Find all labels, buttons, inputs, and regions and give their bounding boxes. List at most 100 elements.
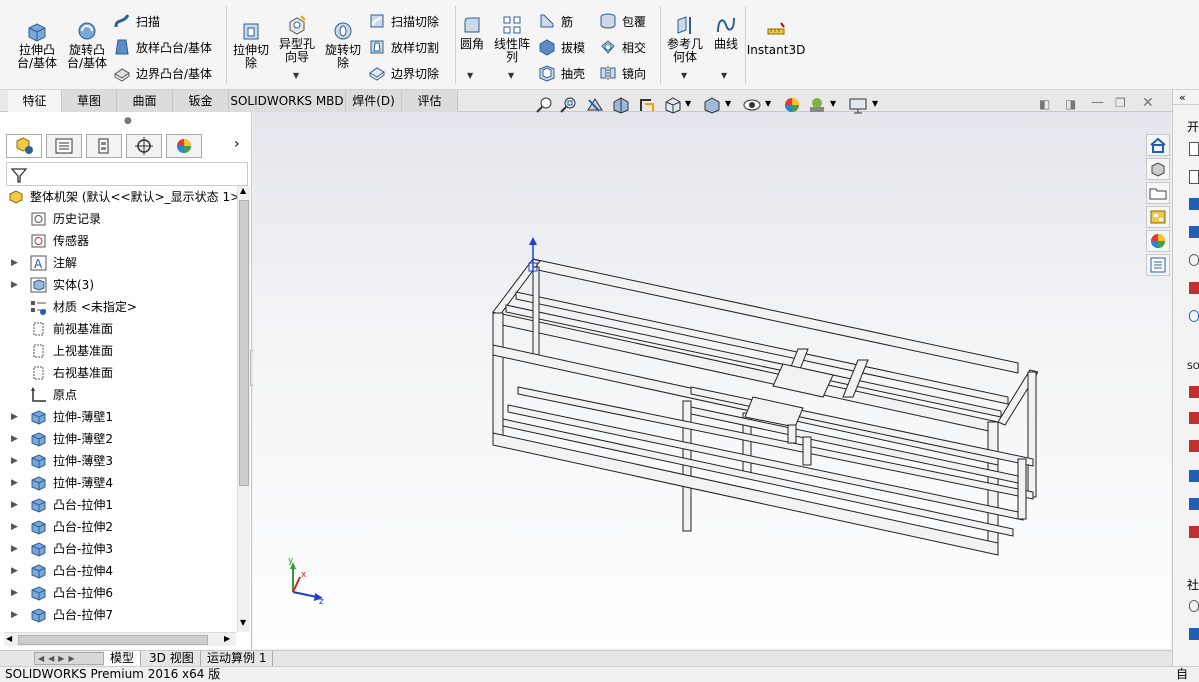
tree-item[interactable]: ▶ 凸台-拉伸3 xyxy=(0,538,236,560)
tab-scroll-arrows-icon[interactable]: ◀◀▶▶ xyxy=(34,652,104,665)
sw-resource-icon-5[interactable] xyxy=(1189,498,1199,510)
tab-evaluate[interactable]: 评估 xyxy=(402,90,458,112)
tree-item[interactable]: ▶ 凸台-拉伸4 xyxy=(0,560,236,582)
view-orientation-dropdown-icon[interactable]: ▼ xyxy=(685,99,691,108)
tree-root-part[interactable]: 整体机架 (默认<<默认>_显示状态 1> xyxy=(0,186,240,208)
tree-item[interactable]: ▶ 拉伸-薄壁2 xyxy=(0,428,236,450)
tab-sheet-metal[interactable]: 钣金 xyxy=(173,90,229,112)
extrude-boss-button[interactable]: 拉伸凸 台/基体 xyxy=(14,20,60,70)
tab-model[interactable]: 模型 xyxy=(104,651,142,666)
expand-arrow-icon[interactable]: ▶ xyxy=(11,428,18,450)
revolve-boss-button[interactable]: 旋转凸 台/基体 xyxy=(64,20,110,70)
sw-resource-icon-4[interactable] xyxy=(1189,470,1199,482)
scroll-up-icon[interactable]: ▲ xyxy=(240,186,246,195)
wrap-button[interactable]: 包覆 xyxy=(599,10,646,32)
appearances-icon[interactable] xyxy=(1146,230,1170,252)
collapse-task-pane-icon[interactable]: « xyxy=(1179,91,1186,104)
loft-boss-button[interactable]: 放样凸台/基体 xyxy=(113,36,212,58)
view-settings-dropdown-icon[interactable]: ▼ xyxy=(872,99,878,108)
tab-motion-study[interactable]: 运动算例 1 xyxy=(201,651,274,666)
tree-item[interactable]: ▶ A 注解 xyxy=(0,252,236,274)
configuration-manager-tab[interactable] xyxy=(86,134,122,158)
sw-resource-icon-6[interactable] xyxy=(1189,526,1199,538)
scroll-left-icon[interactable]: ◀ xyxy=(6,634,12,643)
tile-right-icon[interactable]: ◨ xyxy=(1065,97,1076,111)
tree-item[interactable]: 历史记录 xyxy=(0,208,236,230)
sw-resource-icon-3[interactable] xyxy=(1189,440,1199,452)
scroll-down-icon[interactable]: ▼ xyxy=(240,618,246,627)
expand-arrow-icon[interactable]: ▶ xyxy=(11,450,18,472)
file-explorer-icon[interactable] xyxy=(1146,182,1170,204)
tab-weldments[interactable]: 焊件(D) xyxy=(346,90,402,112)
zoom-to-fit-icon[interactable] xyxy=(535,96,555,114)
close-icon[interactable]: ✕ xyxy=(1142,95,1154,111)
tab-mbd[interactable]: SOLIDWORKS MBD xyxy=(229,90,346,112)
boundary-cut-button[interactable]: 边界切除 xyxy=(368,62,439,84)
expand-arrow-icon[interactable]: ▶ xyxy=(11,560,18,582)
zoom-to-area-icon[interactable] xyxy=(559,96,579,114)
tree-item[interactable]: 原点 xyxy=(0,384,236,406)
panel-tabs-more-icon[interactable]: › xyxy=(234,136,240,152)
lofted-cut-button[interactable]: 放样切割 xyxy=(368,36,439,58)
expand-arrow-icon[interactable]: ▶ xyxy=(11,538,18,560)
new-document-icon[interactable] xyxy=(1189,142,1199,156)
linear-pattern-button[interactable]: 线性阵 列 xyxy=(490,14,534,64)
fillet-button[interactable]: 圆角 xyxy=(456,14,488,51)
draft-button[interactable]: 拔模 xyxy=(538,36,585,58)
panel-grip-icon[interactable]: ● xyxy=(124,116,132,126)
tree-item[interactable]: ▶ 实体(3) xyxy=(0,274,236,296)
expand-arrow-icon[interactable]: ▶ xyxy=(11,252,18,274)
tab-3d-view[interactable]: 3D 视图 xyxy=(143,651,201,666)
display-manager-tab[interactable] xyxy=(166,134,202,158)
sweep-button[interactable]: 扫描 xyxy=(113,10,160,32)
help-icon[interactable] xyxy=(1189,254,1199,266)
shell-button[interactable]: 抽壳 xyxy=(538,62,585,84)
tree-item[interactable]: ▶ 拉伸-薄壁1 xyxy=(0,406,236,428)
hole-wizard-dropdown-icon[interactable]: ▼ xyxy=(293,71,299,80)
expand-arrow-icon[interactable]: ▶ xyxy=(11,472,18,494)
display-style-dropdown-icon[interactable]: ▼ xyxy=(725,99,731,108)
rss-icon[interactable] xyxy=(1189,282,1199,294)
tree-item[interactable]: ▶ 凸台-拉伸2 xyxy=(0,516,236,538)
tab-surfaces[interactable]: 曲面 xyxy=(117,90,173,112)
tree-horizontal-scrollbar[interactable]: ◀ ▶ xyxy=(4,632,236,646)
open-document-icon[interactable] xyxy=(1189,170,1199,184)
community-icon-2[interactable] xyxy=(1189,628,1199,640)
swept-cut-button[interactable]: 扫描切除 xyxy=(368,10,439,32)
view-orientation-icon[interactable] xyxy=(663,96,683,114)
fillet-dropdown-icon[interactable]: ▼ xyxy=(467,71,473,80)
view-settings-icon[interactable] xyxy=(848,96,868,114)
display-style-icon[interactable] xyxy=(702,96,722,114)
tree-filter-box[interactable] xyxy=(6,162,248,186)
reference-geometry-button[interactable]: 参考几 何体 xyxy=(662,14,708,64)
tree-item[interactable]: 上视基准面 xyxy=(0,340,236,362)
restore-icon[interactable]: ❐ xyxy=(1115,96,1126,110)
tutorial-icon[interactable] xyxy=(1189,198,1199,210)
tree-item[interactable]: ▶ 拉伸-薄壁4 xyxy=(0,472,236,494)
property-manager-tab[interactable] xyxy=(46,134,82,158)
section-view-icon[interactable] xyxy=(611,96,631,114)
boundary-boss-button[interactable]: 边界凸台/基体 xyxy=(113,62,212,84)
expand-arrow-icon[interactable]: ▶ xyxy=(11,494,18,516)
edit-appearance-icon[interactable] xyxy=(782,96,802,114)
tree-item[interactable]: 右视基准面 xyxy=(0,362,236,384)
tree-item[interactable]: 传感器 xyxy=(0,230,236,252)
minimize-icon[interactable]: — xyxy=(1091,95,1104,110)
tree-item[interactable]: 前视基准面 xyxy=(0,318,236,340)
frame-model[interactable] xyxy=(478,237,1038,567)
design-library-icon[interactable] xyxy=(1146,158,1170,180)
tree-vertical-scrollbar[interactable]: ▲ ▼ xyxy=(237,186,250,632)
tree-item[interactable]: ▶ 凸台-拉伸7 xyxy=(0,604,236,626)
expand-arrow-icon[interactable]: ▶ xyxy=(11,604,18,626)
dynamic-annotation-icon[interactable] xyxy=(637,96,657,114)
tree-item[interactable]: 材质 <未指定> xyxy=(0,296,236,318)
curves-button[interactable]: 曲线 xyxy=(710,14,742,51)
tree-item[interactable]: ▶ 凸台-拉伸1 xyxy=(0,494,236,516)
info-icon[interactable] xyxy=(1189,310,1199,322)
sw-resource-icon-2[interactable] xyxy=(1189,412,1199,424)
graphics-area[interactable]: ▼ ▼ ▼ ▼ ▼ ◧ ◨ — ❐ ✕ y x z xyxy=(253,95,1171,649)
hole-wizard-button[interactable]: 异型孔 向导 xyxy=(274,14,320,64)
hscrollbar-thumb[interactable] xyxy=(18,635,208,645)
previous-view-icon[interactable] xyxy=(585,96,605,114)
instant3d-button[interactable]: Instant3D xyxy=(747,20,805,57)
